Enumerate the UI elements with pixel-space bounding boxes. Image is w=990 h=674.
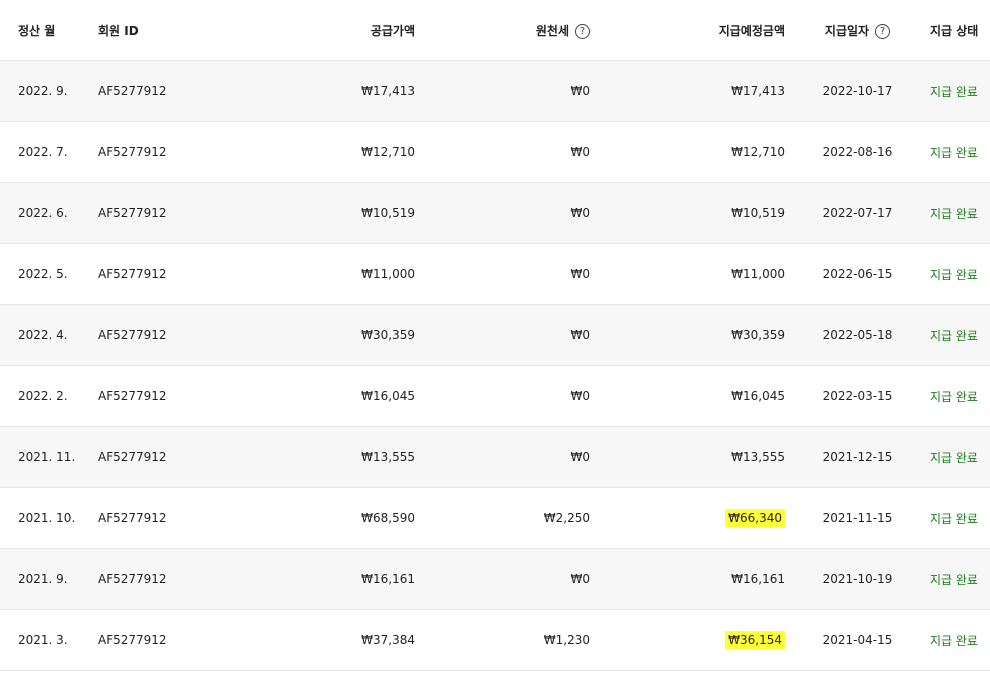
- table-row: 2021. 10. AF5277912 ₩68,590 ₩2,250 ₩66,340 20…: [0, 487, 990, 549]
- cell-scheduled-amount: ₩17,413: [590, 60, 785, 122]
- header-status: 지급 상태: [930, 0, 990, 61]
- cell-month: 2022. 5.: [0, 243, 85, 305]
- cell-status: 지급 완료: [930, 609, 990, 671]
- cell-pay-date: 2022-07-17: [785, 182, 930, 244]
- cell-status: 지급 완료: [930, 365, 990, 427]
- highlighted-amount: ₩66,340: [725, 509, 785, 527]
- cell-pay-date: 2021-10-19: [785, 548, 930, 610]
- cell-supply-amount: ₩16,045: [270, 365, 415, 427]
- cell-withholding: ₩0: [415, 243, 590, 305]
- cell-supply-amount: ₩11,000: [270, 243, 415, 305]
- cell-scheduled-amount: ₩30,359: [590, 304, 785, 366]
- table-row: 2022. 9. AF5277912 ₩17,413 ₩0 ₩17,413 2022-10…: [0, 60, 990, 122]
- question-circle-icon[interactable]: ?: [575, 23, 590, 39]
- cell-member-id: AF5277912: [85, 426, 270, 488]
- cell-supply-amount: ₩37,384: [270, 609, 415, 671]
- cell-member-id: AF5277912: [85, 365, 270, 427]
- cell-withholding: ₩0: [415, 548, 590, 610]
- cell-status: 지급 완료: [930, 304, 990, 366]
- header-pay-date: 지급일자: [824, 23, 870, 38]
- header-withholding-cell: 원천세?: [415, 0, 590, 61]
- highlighted-amount: ₩36,154: [725, 631, 785, 649]
- cell-member-id: AF5277912: [85, 121, 270, 183]
- cell-status: 지급 완료: [930, 60, 990, 122]
- cell-status: 지급 완료: [930, 426, 990, 488]
- cell-month: 2022. 2.: [0, 365, 85, 427]
- table-row: 2022. 6. AF5277912 ₩10,519 ₩0 ₩10,519 2022-07…: [0, 182, 990, 244]
- cell-member-id: AF5277912: [85, 487, 270, 549]
- cell-scheduled-amount: ₩10,519: [590, 182, 785, 244]
- cell-supply-amount: ₩10,519: [270, 182, 415, 244]
- cell-scheduled-amount-wrap: ₩66,340: [590, 487, 785, 549]
- cell-pay-date: 2021-04-15: [785, 609, 930, 671]
- cell-status: 지급 완료: [930, 487, 990, 549]
- cell-supply-amount: ₩30,359: [270, 304, 415, 366]
- cell-scheduled-amount: ₩13,555: [590, 426, 785, 488]
- cell-member-id: AF5277912: [85, 243, 270, 305]
- table-header-row: 정산 월 회원 ID 공급가액 원천세? 지급예정금액 지급일자? 지급 상태: [0, 0, 990, 61]
- cell-month: 2021. 10.: [0, 487, 85, 549]
- cell-month: 2022. 4.: [0, 304, 85, 366]
- table-row: 2022. 5. AF5277912 ₩11,000 ₩0 ₩11,000 2022-06…: [0, 243, 990, 305]
- cell-supply-amount: ₩17,413: [270, 60, 415, 122]
- cell-scheduled-amount: ₩11,000: [590, 243, 785, 305]
- cell-status: 지급 완료: [930, 548, 990, 610]
- cell-scheduled-amount: ₩12,710: [590, 121, 785, 183]
- header-supply-amount: 공급가액: [270, 0, 415, 61]
- cell-supply-amount: ₩16,161: [270, 548, 415, 610]
- cell-scheduled-amount: ₩16,045: [590, 365, 785, 427]
- settlement-table: 정산 월 회원 ID 공급가액 원천세? 지급예정금액 지급일자? 지급 상태 …: [0, 0, 990, 671]
- cell-member-id: AF5277912: [85, 548, 270, 610]
- cell-pay-date: 2022-08-16: [785, 121, 930, 183]
- cell-withholding: ₩0: [415, 365, 590, 427]
- cell-member-id: AF5277912: [85, 609, 270, 671]
- table-row: 2021. 11. AF5277912 ₩13,555 ₩0 ₩13,555 2021-1…: [0, 426, 990, 488]
- header-pay-date-cell: 지급일자?: [785, 0, 930, 61]
- cell-month: 2021. 9.: [0, 548, 85, 610]
- cell-pay-date: 2022-05-18: [785, 304, 930, 366]
- cell-member-id: AF5277912: [85, 182, 270, 244]
- cell-month: 2022. 6.: [0, 182, 85, 244]
- header-scheduled-amount: 지급예정금액: [590, 0, 785, 61]
- table-row: 2022. 7. AF5277912 ₩12,710 ₩0 ₩12,710 2022-08…: [0, 121, 990, 183]
- table-row: 2022. 4. AF5277912 ₩30,359 ₩0 ₩30,359 2022-05…: [0, 304, 990, 366]
- cell-withholding: ₩0: [415, 426, 590, 488]
- header-withholding: 원천세: [535, 23, 569, 38]
- cell-pay-date: 2022-06-15: [785, 243, 930, 305]
- question-circle-icon[interactable]: ?: [875, 23, 891, 39]
- cell-scheduled-amount-wrap: ₩36,154: [590, 609, 785, 671]
- cell-pay-date: 2021-12-15: [785, 426, 930, 488]
- cell-status: 지급 완료: [930, 121, 990, 183]
- table-body: 2022. 9. AF5277912 ₩17,413 ₩0 ₩17,413 2022-10…: [0, 60, 990, 671]
- table-row: 2021. 3. AF5277912 ₩37,384 ₩1,230 ₩36,154 202…: [0, 609, 990, 671]
- cell-pay-date: 2022-03-15: [785, 365, 930, 427]
- cell-withholding: ₩1,230: [415, 609, 590, 671]
- cell-withholding: ₩0: [415, 182, 590, 244]
- cell-member-id: AF5277912: [85, 60, 270, 122]
- cell-supply-amount: ₩13,555: [270, 426, 415, 488]
- cell-month: 2021. 11.: [0, 426, 85, 488]
- cell-scheduled-amount: ₩16,161: [590, 548, 785, 610]
- cell-member-id: AF5277912: [85, 304, 270, 366]
- table-row: 2021. 9. AF5277912 ₩16,161 ₩0 ₩16,161 2021-10…: [0, 548, 990, 610]
- table-row: 2022. 2. AF5277912 ₩16,045 ₩0 ₩16,045 2022-03…: [0, 365, 990, 427]
- cell-status: 지급 완료: [930, 243, 990, 305]
- cell-withholding: ₩2,250: [415, 487, 590, 549]
- cell-supply-amount: ₩68,590: [270, 487, 415, 549]
- cell-withholding: ₩0: [415, 121, 590, 183]
- cell-withholding: ₩0: [415, 60, 590, 122]
- cell-month: 2022. 7.: [0, 121, 85, 183]
- cell-status: 지급 완료: [930, 182, 990, 244]
- cell-supply-amount: ₩12,710: [270, 121, 415, 183]
- cell-month: 2021. 3.: [0, 609, 85, 671]
- cell-withholding: ₩0: [415, 304, 590, 366]
- cell-pay-date: 2022-10-17: [785, 60, 930, 122]
- header-member-id: 회원 ID: [85, 0, 270, 61]
- header-month: 정산 월: [0, 0, 85, 61]
- cell-pay-date: 2021-11-15: [785, 487, 930, 549]
- cell-month: 2022. 9.: [0, 60, 85, 122]
